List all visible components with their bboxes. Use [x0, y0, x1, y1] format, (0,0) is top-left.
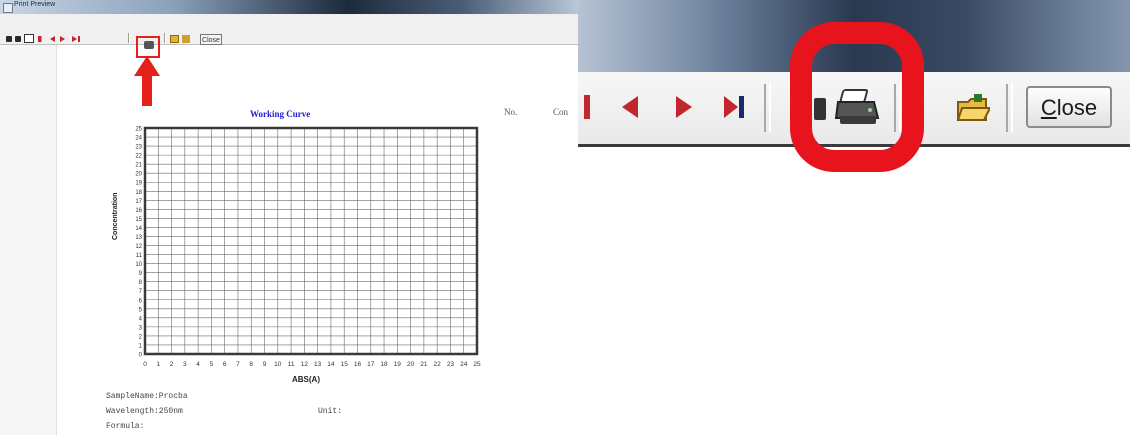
- x-tick-label: 15: [341, 361, 349, 368]
- next-page-icon[interactable]: [60, 36, 65, 42]
- y-tick-label: 16: [135, 208, 142, 214]
- y-tick-label: 13: [135, 235, 142, 241]
- y-tick-label: 7: [139, 289, 143, 295]
- x-tick-label: 20: [407, 361, 415, 368]
- x-tick-label: 1: [156, 361, 160, 368]
- open-folder-icon[interactable]: [170, 35, 179, 43]
- x-tick-label: 19: [394, 361, 402, 368]
- x-tick-label: 21: [420, 361, 428, 368]
- x-tick-label: 14: [327, 361, 335, 368]
- y-tick-label: 4: [139, 316, 143, 322]
- next-page-icon[interactable]: [676, 96, 692, 118]
- y-tick-label: 23: [135, 145, 142, 151]
- x-tick-label: 4: [196, 361, 200, 368]
- toolbar-separator: [764, 84, 771, 132]
- page-margin: [0, 45, 57, 435]
- print-button-highlight: [790, 22, 924, 172]
- x-tick-label: 2: [170, 361, 174, 368]
- working-curve-chart: 0 1 2 3 4 5 6 7 8 9 10 11 12 13 14 15 16 17 18 19 20 21 22 23 24…: [135, 126, 481, 369]
- zoom-icon[interactable]: [6, 36, 12, 42]
- fit-page-icon[interactable]: [15, 36, 21, 42]
- x-tick-label: 17: [367, 361, 375, 368]
- report-title: Working Curve: [250, 109, 311, 119]
- open-folder-icon[interactable]: [956, 94, 990, 124]
- no-label: No.: [504, 107, 518, 117]
- x-tick-label: 16: [354, 361, 362, 368]
- x-tick-label: 5: [210, 361, 214, 368]
- preview-toolbar: Close: [0, 14, 578, 58]
- y-tick-label: 10: [135, 262, 142, 268]
- y-tick-label: 12: [135, 244, 142, 250]
- y-tick-label: 25: [135, 127, 142, 133]
- y-tick-label: 11: [136, 253, 143, 259]
- x-tick-label: 12: [301, 361, 309, 368]
- x-tick-label: 6: [223, 361, 227, 368]
- x-tick-label: 7: [236, 361, 240, 368]
- close-label-rest: lose: [1056, 95, 1098, 120]
- x-tick-label: 13: [314, 361, 322, 368]
- printer-icon[interactable]: [144, 41, 154, 49]
- first-page-icon[interactable]: [38, 36, 44, 42]
- y-tick-label: 1: [139, 343, 143, 349]
- last-page-icon[interactable]: [72, 36, 77, 42]
- x-tick-label: 22: [434, 361, 442, 368]
- close-button[interactable]: Close: [1026, 86, 1112, 128]
- toolbar-separator: [164, 33, 166, 43]
- x-axis-label: ABS(A): [292, 375, 320, 384]
- first-page-icon[interactable]: [584, 95, 590, 119]
- con-label: Con: [553, 107, 569, 117]
- y-tick-label: 2: [139, 334, 143, 340]
- previous-page-icon[interactable]: [50, 36, 55, 42]
- plot-frame: [143, 126, 479, 356]
- x-tick-label: 9: [263, 361, 267, 368]
- y-tick-label: 14: [135, 226, 142, 232]
- x-tick-label: 8: [249, 361, 253, 368]
- unit: Unit:: [318, 407, 343, 416]
- x-tick-label: 18: [380, 361, 388, 368]
- page-view-icon[interactable]: [24, 34, 34, 43]
- last-page-bar: [78, 36, 80, 42]
- y-tick-label: 22: [135, 154, 142, 160]
- y-tick-label: 8: [139, 280, 143, 286]
- y-tick-label: 0: [139, 353, 143, 359]
- toolbar-separator: [1006, 84, 1013, 132]
- formula: Formula:: [106, 422, 145, 431]
- x-tick-label: 24: [460, 361, 468, 368]
- toolbar-separator: [128, 33, 130, 43]
- zoomed-toolbar-view: Close: [578, 0, 1130, 435]
- y-tick-label: 6: [139, 298, 143, 304]
- print-preview-window: Print Preview Close Working Curve No. Co…: [0, 0, 579, 435]
- window-title: Print Preview: [14, 1, 56, 8]
- y-tick-label: 20: [135, 172, 142, 178]
- y-tick-label: 9: [139, 271, 143, 277]
- red-arrow-annotation: [134, 56, 160, 106]
- previous-page-icon[interactable]: [622, 96, 638, 118]
- y-tick-label: 17: [135, 199, 142, 205]
- y-tick-label: 18: [135, 190, 142, 196]
- close-mnemonic: C: [1040, 95, 1057, 120]
- x-tick-label: 0: [143, 361, 147, 368]
- x-tick-label: 10: [274, 361, 282, 368]
- y-tick-label: 24: [135, 136, 142, 142]
- x-tick-label: 25: [473, 361, 481, 368]
- close-button[interactable]: Close: [200, 34, 222, 45]
- y-tick-label: 19: [135, 181, 142, 187]
- y-tick-label: 15: [135, 217, 142, 223]
- sample-name: SampleName:Procba: [106, 392, 188, 401]
- window-icon: [3, 3, 13, 13]
- title-bar: Print Preview: [0, 0, 578, 14]
- last-page-icon[interactable]: [724, 96, 744, 118]
- y-tick-label: 3: [139, 325, 143, 331]
- x-tick-label: 11: [288, 361, 295, 368]
- x-tick-label: 3: [183, 361, 187, 368]
- x-tick-label: 23: [447, 361, 455, 368]
- y-tick-label: 5: [139, 307, 143, 313]
- wavelength: Wavelength:250nm: [106, 407, 183, 416]
- export-icon[interactable]: [182, 35, 190, 43]
- y-tick-label: 21: [135, 163, 142, 169]
